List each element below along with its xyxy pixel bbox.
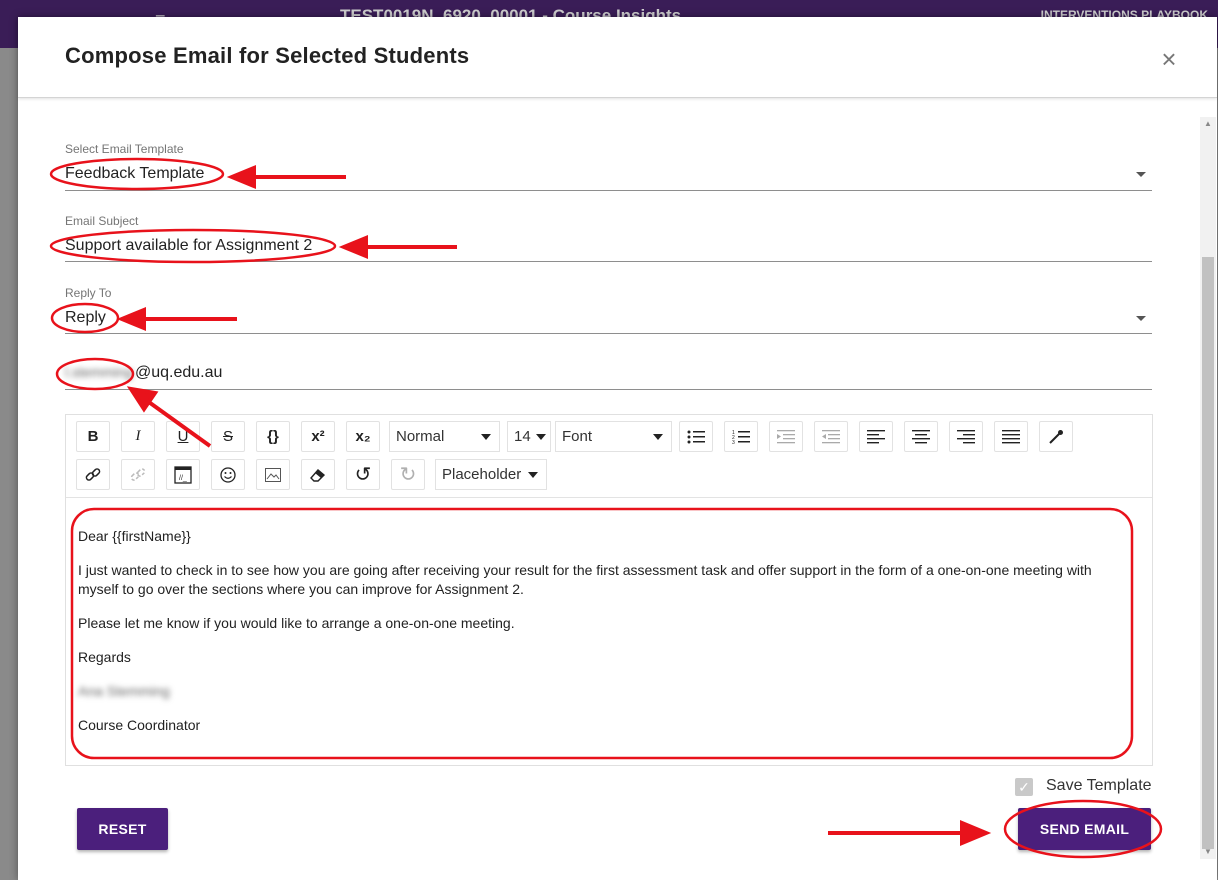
font-size-select[interactable]: 14 — [507, 421, 551, 452]
align-center-button[interactable] — [904, 421, 938, 452]
unlink-button[interactable] — [121, 459, 155, 490]
embed-icon: //_ — [174, 465, 192, 484]
smiley-icon — [220, 466, 236, 483]
email-template-select[interactable]: Select Email Template Feedback Template — [65, 141, 1152, 191]
send-email-button[interactable]: SEND EMAIL — [1018, 808, 1151, 850]
compose-email-dialog: Compose Email for Selected Students × ▲ … — [18, 17, 1217, 880]
reply-to-select[interactable]: Reply To Reply — [65, 285, 1152, 334]
outdent-button[interactable] — [814, 421, 848, 452]
scroll-down-icon[interactable]: ▼ — [1204, 847, 1212, 856]
link-icon — [85, 467, 101, 481]
numbered-list-button[interactable]: 123 — [724, 421, 758, 452]
image-button[interactable] — [256, 459, 290, 490]
email-signature-name: Ana Stemming — [78, 683, 170, 699]
email-closing: Regards — [78, 649, 131, 665]
svg-text://_: //_ — [179, 475, 187, 482]
numbered-list-icon: 123 — [732, 430, 750, 444]
image-icon — [265, 467, 281, 482]
checkmark-icon[interactable]: ✓ — [1015, 778, 1033, 796]
email-template-value: Feedback Template — [65, 165, 205, 182]
indent-icon — [777, 429, 795, 443]
undo-button[interactable]: ↺ — [346, 459, 380, 490]
eyedropper-icon — [1049, 429, 1063, 444]
close-icon[interactable]: × — [1156, 46, 1182, 73]
scroll-thumb[interactable] — [1202, 257, 1214, 849]
clear-format-button[interactable] — [301, 459, 335, 490]
underline-button[interactable]: U — [166, 421, 200, 452]
font-family-select[interactable]: Font — [555, 421, 672, 452]
italic-button[interactable]: I — [121, 421, 155, 452]
placeholder-label: Placeholder — [442, 466, 522, 483]
email-template-label: Select Email Template — [65, 142, 184, 156]
email-subject-label: Email Subject — [65, 214, 139, 228]
justify-icon — [1002, 429, 1020, 443]
emoji-button[interactable] — [211, 459, 245, 490]
align-right-icon — [957, 429, 975, 443]
indent-button[interactable] — [769, 421, 803, 452]
bullet-list-icon — [687, 430, 705, 443]
undo-icon: ↺ — [354, 464, 372, 486]
unlink-icon — [130, 467, 146, 481]
block-format-select[interactable]: Normal — [389, 421, 500, 452]
bold-button[interactable]: B — [76, 421, 110, 452]
reply-email-field[interactable]: l.stemming @uq.edu.au — [65, 362, 1152, 390]
align-center-icon — [912, 429, 930, 443]
scroll-up-icon[interactable]: ▲ — [1204, 119, 1212, 128]
reply-email-domain: @uq.edu.au — [135, 364, 223, 381]
chevron-down-icon[interactable] — [1136, 172, 1146, 177]
caret-down-icon — [481, 434, 491, 440]
redo-icon: ↻ — [399, 464, 417, 486]
align-left-button[interactable] — [859, 421, 893, 452]
align-right-button[interactable] — [949, 421, 983, 452]
reply-to-value: Reply — [65, 309, 106, 326]
email-paragraph: I just wanted to check in to see how you… — [78, 562, 1092, 597]
superscript-button[interactable]: x² — [301, 421, 335, 452]
strikethrough-button[interactable]: S — [211, 421, 245, 452]
link-button[interactable] — [76, 459, 110, 490]
redo-button[interactable]: ↻ — [391, 459, 425, 490]
reset-button[interactable]: RESET — [77, 808, 168, 850]
outdent-icon — [822, 429, 840, 443]
placeholder-select[interactable]: Placeholder — [435, 459, 547, 490]
editor-toolbar: B I U S {} x² x₂ Normal 14 Font 123 //_ — [66, 415, 1152, 498]
reply-email-user[interactable]: l.stemming — [65, 364, 133, 380]
font-size-value: 14 — [514, 428, 531, 445]
save-template-label: Save Template — [1046, 777, 1152, 794]
align-left-icon — [867, 429, 885, 443]
email-greeting: Dear {{firstName}} — [78, 528, 191, 544]
bullet-list-button[interactable] — [679, 421, 713, 452]
email-subject-field[interactable]: Email Subject Support available for Assi… — [65, 213, 1152, 262]
svg-text:3: 3 — [732, 440, 735, 444]
font-family-value: Font — [562, 428, 593, 445]
reply-to-label: Reply To — [65, 286, 112, 300]
caret-down-icon — [653, 434, 663, 440]
rich-text-editor[interactable]: B I U S {} x² x₂ Normal 14 Font 123 //_ — [65, 414, 1153, 766]
caret-down-icon — [528, 472, 538, 478]
dialog-scrollbar[interactable]: ▲ ▼ — [1200, 117, 1216, 859]
subscript-button[interactable]: x₂ — [346, 421, 380, 452]
embed-button[interactable]: //_ — [166, 459, 200, 490]
block-format-value: Normal — [396, 428, 445, 445]
email-signature-title: Course Coordinator — [78, 717, 201, 733]
code-block-button[interactable]: {} — [256, 421, 290, 452]
eraser-icon — [310, 468, 326, 482]
justify-button[interactable] — [994, 421, 1028, 452]
chevron-down-icon[interactable] — [1136, 316, 1146, 321]
dialog-title: Compose Email for Selected Students — [65, 43, 470, 68]
dialog-header: Compose Email for Selected Students × — [18, 17, 1217, 98]
color-picker-button[interactable] — [1039, 421, 1073, 452]
caret-down-icon — [536, 434, 546, 440]
email-paragraph: Please let me know if you would like to … — [78, 615, 515, 631]
email-subject-value[interactable]: Support available for Assignment 2 — [65, 237, 312, 255]
